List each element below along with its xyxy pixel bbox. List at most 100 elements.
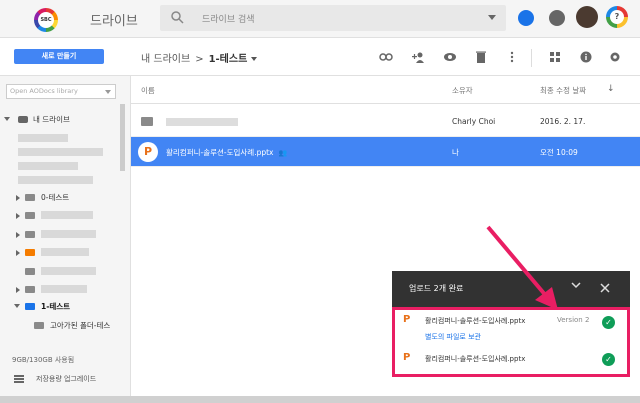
expand-icon[interactable]: [16, 195, 20, 201]
column-owner[interactable]: 소유자: [452, 85, 473, 96]
library-selector[interactable]: Open AODocs library: [6, 84, 116, 99]
search-options-icon[interactable]: [488, 15, 496, 20]
hidden-item: [41, 248, 89, 256]
close-icon[interactable]: [600, 283, 610, 293]
row-name: 활리컴퍼니-솔루션-도입사례.pptx 👥: [166, 147, 287, 158]
row-modified: 2016. 2. 17.: [540, 117, 586, 126]
shared-folder-icon: [25, 249, 35, 256]
hidden-item: [41, 267, 96, 275]
shared-folder-icon: [25, 286, 35, 293]
upload-list: P 활리컴퍼니-솔루션-도입사례.pptx Version 2 별도의 파일로 …: [392, 307, 630, 377]
account-icon[interactable]: ?: [606, 6, 628, 28]
logo-text: SBC: [38, 12, 54, 28]
sidebar-item-label: 고아가된 폴더-테스: [50, 321, 111, 330]
pptx-icon: P: [403, 314, 411, 325]
sidebar-item-label: 내 드라이브: [33, 115, 70, 124]
library-placeholder: Open AODocs library: [10, 87, 78, 95]
sort-arrow-icon[interactable]: ↓: [607, 84, 615, 94]
more-icon[interactable]: [505, 51, 519, 63]
drive-icon: [18, 116, 28, 123]
app-title[interactable]: 드라이브: [90, 10, 138, 29]
user-avatar[interactable]: [576, 6, 598, 28]
check-icon: ✓: [602, 353, 615, 366]
chevron-down-icon[interactable]: [571, 281, 581, 289]
file-row-selected[interactable]: P 활리컴퍼니-솔루션-도입사례.pptx 👥 나 오전 10:09: [131, 137, 640, 167]
breadcrumb-separator: >: [195, 54, 204, 65]
upload-title: 업로드 2개 완료: [409, 284, 464, 293]
expand-icon[interactable]: [16, 250, 20, 256]
sidebar-item-hidden[interactable]: [16, 209, 35, 222]
shared-folder-icon: [34, 322, 44, 329]
breadcrumb-root[interactable]: 내 드라이브: [141, 54, 190, 65]
hidden-item: [18, 134, 68, 142]
preview-icon[interactable]: [443, 51, 457, 63]
upload-item: P 활리컴퍼니-솔루션-도입사례.pptx ✓: [395, 348, 627, 378]
breadcrumb: 내 드라이브 >1-테스트: [141, 50, 258, 65]
search-icon: [171, 11, 184, 24]
hidden-name: [166, 118, 238, 126]
settings-icon[interactable]: [608, 51, 622, 63]
row-owner: 나: [452, 148, 459, 157]
column-name[interactable]: 이름: [141, 85, 155, 96]
sidebar-item-hidden[interactable]: [16, 265, 35, 278]
sidebar-item-label: 0-테스트: [41, 193, 70, 202]
column-modified[interactable]: 최종 수정 날짜: [540, 85, 586, 96]
file-list-header: 이름 소유자 최종 수정 날짜 ↓: [131, 76, 640, 104]
row-modified: 오전 10:09: [540, 148, 578, 157]
row-owner: Charly Choi: [452, 117, 496, 126]
hidden-item: [41, 230, 96, 238]
sidebar-item-hidden[interactable]: [16, 283, 35, 296]
apps-icon[interactable]: [518, 10, 534, 26]
breadcrumb-current[interactable]: 1-테스트: [209, 54, 248, 65]
search-input[interactable]: 드라이브 검색: [160, 5, 506, 31]
check-icon: ✓: [602, 316, 615, 329]
trash-icon[interactable]: [474, 51, 488, 63]
hidden-item: [41, 285, 87, 293]
hidden-item: [18, 148, 103, 156]
sidebar: Open AODocs library 내 드라이브 0-테스트 1-테스트 고…: [0, 76, 131, 403]
folder-icon: [25, 268, 35, 275]
toolbar: 새로 만들기 내 드라이브 >1-테스트: [0, 38, 640, 76]
hidden-item: [18, 176, 93, 184]
shared-folder-icon: [25, 231, 35, 238]
link-icon[interactable]: [379, 51, 393, 63]
shared-folder-icon: [25, 303, 35, 310]
new-button[interactable]: 새로 만들기: [14, 49, 104, 64]
file-name: 활리컴퍼니-솔루션-도입사례.pptx: [166, 148, 274, 157]
notifications-icon[interactable]: [549, 10, 565, 26]
account-initial: ?: [610, 10, 624, 24]
hidden-item: [41, 211, 93, 219]
sidebar-item-label: 1-테스트: [41, 302, 71, 311]
search-placeholder: 드라이브 검색: [202, 15, 255, 25]
shared-folder-icon: [25, 212, 35, 219]
expand-icon[interactable]: [16, 232, 20, 238]
grid-view-icon[interactable]: [548, 51, 562, 63]
shared-icon: 👥: [278, 149, 288, 157]
sidebar-item-hidden[interactable]: [16, 246, 35, 259]
upload-file-name: 활리컴퍼니-솔루션-도입사례.pptx: [425, 355, 526, 363]
folder-icon: [25, 194, 35, 201]
add-person-icon[interactable]: [412, 51, 426, 63]
pptx-icon: P: [138, 142, 158, 162]
upload-version: Version 2: [557, 316, 590, 324]
chevron-down-icon[interactable]: [251, 57, 258, 61]
shared-folder-icon: [141, 117, 153, 126]
upload-panel-header: 업로드 2개 완료: [392, 271, 630, 307]
storage-icon: [14, 375, 24, 383]
upload-file-name: 활리컴퍼니-솔루션-도입사례.pptx: [425, 317, 526, 325]
horizontal-scrollbar[interactable]: [0, 396, 640, 403]
file-row[interactable]: Charly Choi 2016. 2. 17.: [131, 107, 640, 137]
sidebar-item-hidden[interactable]: [16, 228, 35, 241]
info-icon[interactable]: [579, 51, 593, 63]
toolbar-divider: [531, 49, 532, 67]
sidebar-scrollbar[interactable]: [120, 104, 125, 171]
upload-item: P 활리컴퍼니-솔루션-도입사례.pptx Version 2 별도의 파일로 …: [395, 310, 627, 342]
expand-icon[interactable]: [16, 213, 20, 219]
expand-icon[interactable]: [16, 287, 20, 293]
expand-icon[interactable]: [14, 304, 20, 308]
company-logo[interactable]: SBC: [34, 8, 58, 32]
storage-usage: 9GB/130GB 사용됨: [12, 356, 75, 364]
top-header: SBC 드라이브 드라이브 검색 ?: [0, 0, 640, 38]
expand-icon[interactable]: [4, 117, 10, 121]
keep-separate-link[interactable]: 별도의 파일로 보관: [425, 332, 481, 342]
